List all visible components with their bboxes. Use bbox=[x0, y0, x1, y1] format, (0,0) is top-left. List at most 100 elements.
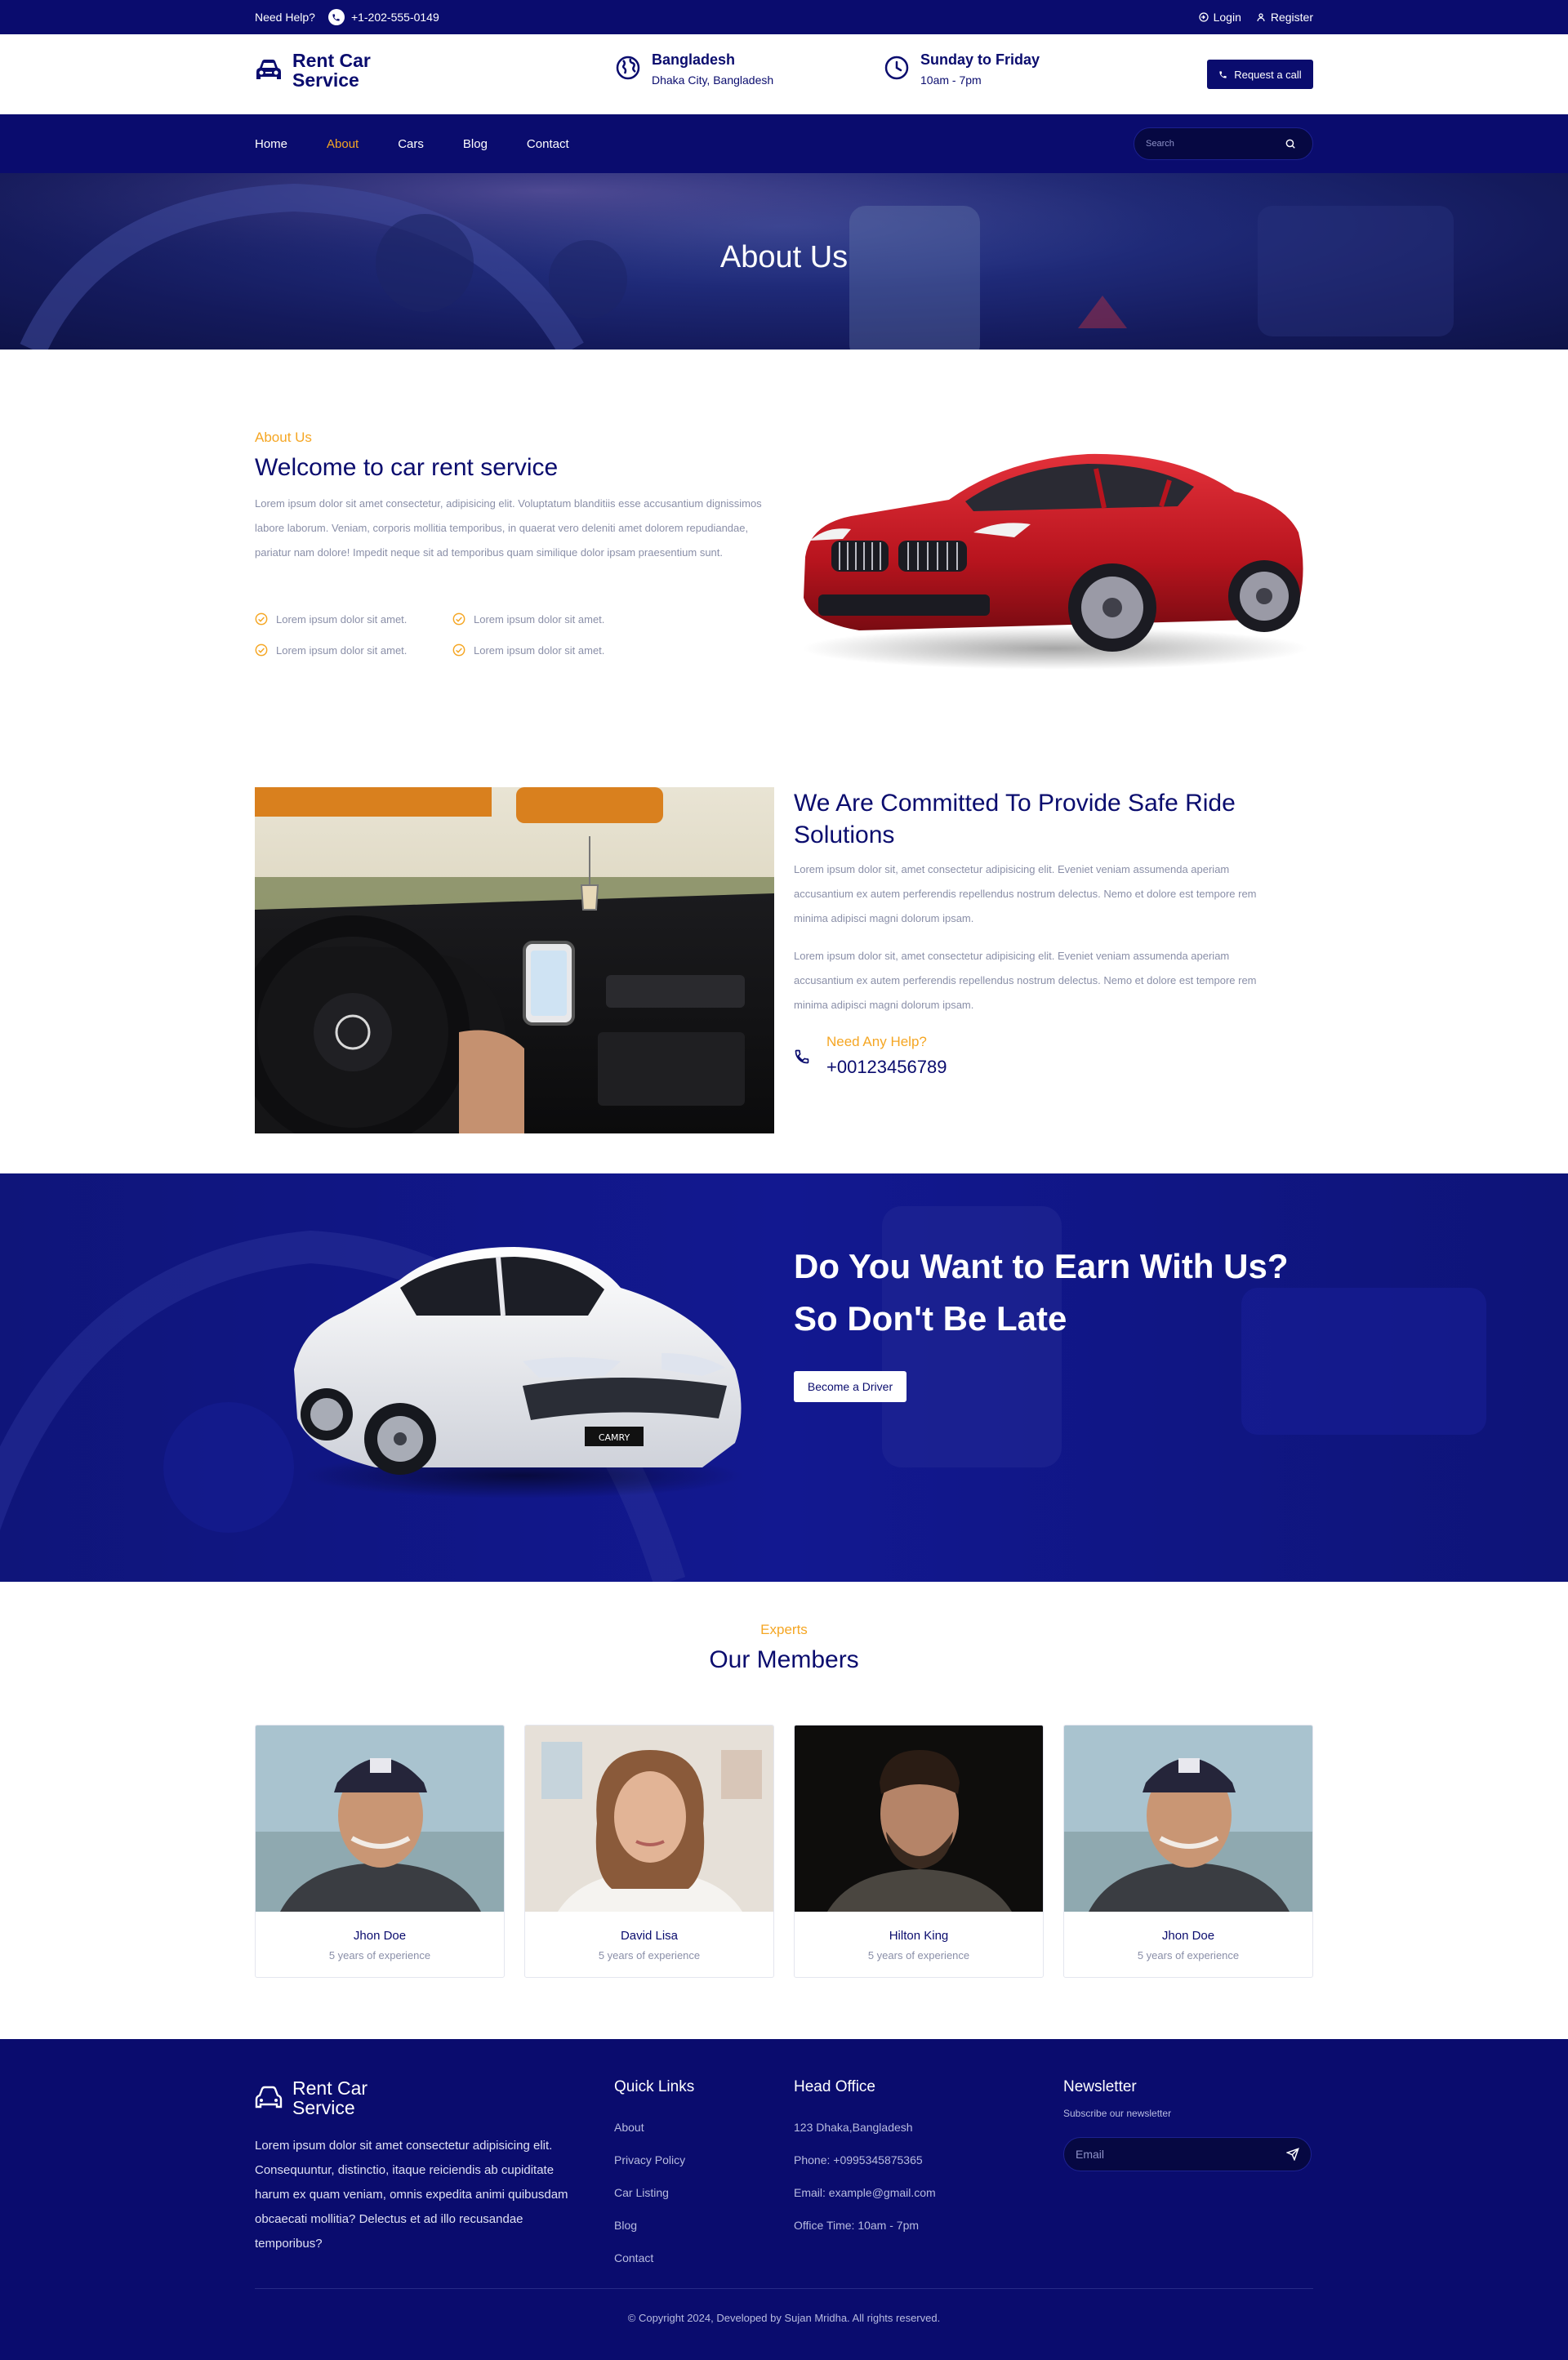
member-experience: 5 years of experience bbox=[1137, 1949, 1240, 1961]
check-item: Lorem ipsum dolor sit amet. bbox=[255, 612, 452, 626]
copyright-text: © Copyright 2024, Developed by Sujan Mri… bbox=[627, 2312, 941, 2324]
member-card[interactable]: David Lisa 5 years of experience bbox=[524, 1725, 774, 1978]
head-office-column: Head Office 123 Dhaka,Bangladesh Phone: … bbox=[794, 2078, 936, 2232]
top-bar: Need Help? +1-202-555-0149 Login Registe… bbox=[0, 0, 1568, 34]
footer-link-blog[interactable]: Blog bbox=[614, 2219, 694, 2232]
about-paragraph: Lorem ipsum dolor sit amet consectetur, … bbox=[255, 497, 762, 559]
topbar-phone-number: +1-202-555-0149 bbox=[350, 11, 439, 24]
help-block[interactable]: Need Any Help? +00123456789 bbox=[794, 1034, 947, 1078]
help-phone: +00123456789 bbox=[826, 1057, 947, 1077]
member-photo bbox=[795, 1725, 1043, 1912]
member-card[interactable]: Jhon Doe 5 years of experience bbox=[1063, 1725, 1313, 1978]
hours-info: Sunday to Friday 10am - 7pm bbox=[884, 51, 1040, 87]
member-name: Jhon Doe bbox=[353, 1929, 407, 1943]
location-info: Bangladesh Dhaka City, Bangladesh bbox=[616, 51, 773, 87]
member-experience: 5 years of experience bbox=[598, 1949, 701, 1961]
location-subtitle: Dhaka City, Bangladesh bbox=[652, 73, 774, 87]
about-section: About Us Welcome to car rent service Lor… bbox=[255, 350, 1313, 733]
footer-link-about[interactable]: About bbox=[614, 2121, 694, 2134]
nav-item-contact[interactable]: Contact bbox=[527, 137, 569, 151]
site-footer: Rent Car Service Lorem ipsum dolor sit a… bbox=[0, 2039, 1568, 2360]
help-label: Need Any Help? bbox=[826, 1034, 927, 1049]
member-photo bbox=[1064, 1725, 1312, 1912]
office-phone[interactable]: Phone: +0995345875365 bbox=[794, 2153, 936, 2166]
nav-item-about[interactable]: About bbox=[327, 137, 359, 151]
check-item-label: Lorem ipsum dolor sit amet. bbox=[474, 612, 605, 626]
about-checklist: Lorem ipsum dolor sit amet. Lorem ipsum … bbox=[255, 612, 650, 657]
footer-link-contact[interactable]: Contact bbox=[614, 2251, 694, 2264]
footer-link-privacy[interactable]: Privacy Policy bbox=[614, 2153, 694, 2166]
members-kicker: Experts bbox=[760, 1622, 808, 1637]
members-header: Experts Our Members bbox=[0, 1622, 1568, 1674]
hours-subtitle: 10am - 7pm bbox=[920, 73, 982, 87]
check-circle-icon bbox=[255, 612, 268, 626]
nav-item-cars[interactable]: Cars bbox=[398, 137, 424, 151]
nav-item-blog[interactable]: Blog bbox=[463, 137, 488, 151]
main-nav: Home About Cars Blog Contact bbox=[0, 114, 1568, 173]
become-driver-button[interactable]: Become a Driver bbox=[794, 1371, 906, 1402]
head-office-title: Head Office bbox=[794, 2078, 875, 2095]
search-icon[interactable] bbox=[1285, 138, 1296, 149]
car-icon bbox=[255, 2086, 283, 2108]
committed-paragraph-2: Lorem ipsum dolor sit, amet consectetur … bbox=[794, 950, 1257, 1011]
about-title: Welcome to car rent service bbox=[255, 454, 559, 481]
member-card[interactable]: Hilton King 5 years of experience bbox=[794, 1725, 1044, 1978]
user-icon bbox=[1257, 13, 1265, 22]
phone-icon bbox=[795, 1049, 809, 1064]
login-link[interactable]: Login bbox=[1198, 11, 1241, 24]
page-hero: About Us bbox=[0, 173, 1568, 350]
site-header: Rent Car Service Bangladesh Dhaka City, … bbox=[0, 34, 1568, 114]
check-circle-icon bbox=[452, 612, 466, 626]
search-box bbox=[1134, 127, 1313, 160]
footer-description: Lorem ipsum dolor sit amet consectetur a… bbox=[255, 2139, 568, 2251]
committed-title: We Are Committed To Provide Safe Ride So… bbox=[794, 790, 1236, 848]
member-card[interactable]: Jhon Doe 5 years of experience bbox=[255, 1725, 505, 1978]
footer-link-car-listing[interactable]: Car Listing bbox=[614, 2186, 694, 2199]
phone-icon bbox=[327, 9, 345, 25]
newsletter-subtitle: Subscribe our newsletter bbox=[1063, 2108, 1172, 2119]
check-item: Lorem ipsum dolor sit amet. bbox=[452, 612, 650, 626]
request-call-label: Request a call bbox=[1234, 68, 1302, 81]
member-photo bbox=[256, 1725, 504, 1912]
nav-item-home[interactable]: Home bbox=[255, 137, 287, 151]
phone-icon bbox=[1219, 70, 1227, 78]
brand-logo[interactable]: Rent Car Service bbox=[255, 51, 382, 90]
location-title: Bangladesh bbox=[652, 51, 736, 68]
check-item-label: Lorem ipsum dolor sit amet. bbox=[474, 643, 605, 657]
member-experience: 5 years of experience bbox=[328, 1949, 431, 1961]
member-name: Jhon Doe bbox=[1161, 1929, 1215, 1943]
footer-brand-column: Rent Car Service Lorem ipsum dolor sit a… bbox=[255, 2078, 581, 2256]
newsletter-column: Newsletter Subscribe our newsletter bbox=[1063, 2078, 1312, 2171]
hours-title: Sunday to Friday bbox=[920, 51, 1040, 68]
earn-title: Do You Want to Earn With Us? So Don't Be… bbox=[794, 1247, 1289, 1338]
brand-name: Rent Car Service bbox=[292, 50, 371, 91]
globe-icon bbox=[616, 56, 640, 80]
quick-links-column: Quick Links About Privacy Policy Car Lis… bbox=[614, 2078, 694, 2264]
office-email[interactable]: Email: example@gmail.com bbox=[794, 2186, 936, 2199]
car-plate-text: CAMRY bbox=[599, 1432, 630, 1443]
member-experience: 5 years of experience bbox=[867, 1949, 970, 1961]
driving-interior-image bbox=[255, 787, 774, 1133]
request-call-button[interactable]: Request a call bbox=[1207, 60, 1313, 89]
check-item-label: Lorem ipsum dolor sit amet. bbox=[276, 643, 408, 657]
send-icon[interactable] bbox=[1286, 2148, 1299, 2161]
check-item-label: Lorem ipsum dolor sit amet. bbox=[276, 612, 408, 626]
check-item: Lorem ipsum dolor sit amet. bbox=[452, 643, 650, 657]
car-icon bbox=[256, 60, 281, 79]
topbar-phone[interactable]: +1-202-555-0149 bbox=[327, 9, 439, 25]
page-title: About Us bbox=[719, 240, 849, 274]
red-car-image bbox=[802, 453, 1308, 670]
check-circle-icon bbox=[452, 643, 466, 657]
office-time: Office Time: 10am - 7pm bbox=[794, 2219, 920, 2232]
footer-logo[interactable]: Rent Car Service bbox=[255, 2078, 581, 2117]
member-photo bbox=[525, 1725, 773, 1912]
member-name: Hilton King bbox=[889, 1929, 949, 1943]
members-title: Our Members bbox=[709, 1646, 859, 1673]
help-label: Need Help? bbox=[255, 11, 315, 24]
newsletter-email-input[interactable] bbox=[1076, 2148, 1272, 2161]
register-link[interactable]: Register bbox=[1256, 11, 1313, 24]
footer-divider bbox=[255, 2288, 1313, 2289]
committed-paragraph-1: Lorem ipsum dolor sit, amet consectetur … bbox=[794, 863, 1257, 924]
search-input[interactable] bbox=[1146, 139, 1285, 149]
member-name: David Lisa bbox=[620, 1929, 679, 1943]
